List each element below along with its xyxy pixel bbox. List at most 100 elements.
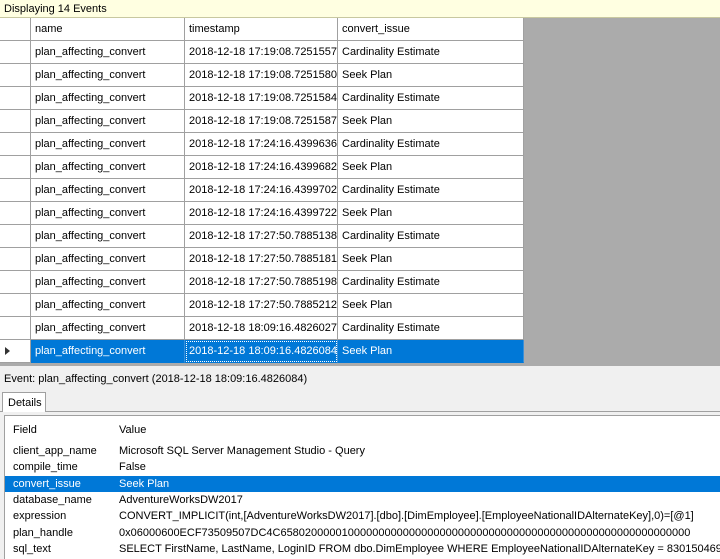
details-header-row: Field Value <box>5 422 720 438</box>
cell-name[interactable]: plan_affecting_convert <box>31 317 185 340</box>
row-header[interactable] <box>0 110 31 133</box>
row-header[interactable] <box>0 133 31 156</box>
details-row[interactable]: database_name AdventureWorksDW2017 <box>5 492 720 508</box>
row-header[interactable] <box>0 294 31 317</box>
details-value: Seek Plan <box>119 478 170 490</box>
selected-event-label: Event: plan_affecting_convert (2018-12-1… <box>4 373 308 385</box>
tab-details[interactable]: Details <box>2 392 46 412</box>
row-header[interactable] <box>0 64 31 87</box>
row-header[interactable] <box>0 340 31 363</box>
status-bar: Displaying 14 Events <box>0 0 720 18</box>
cell-convert-issue[interactable]: Cardinality Estimate <box>338 41 524 64</box>
details-value: CONVERT_IMPLICIT(int,[AdventureWorksDW20… <box>119 510 694 522</box>
cell-convert-issue[interactable]: Seek Plan <box>338 202 524 225</box>
details-value: False <box>119 461 146 473</box>
tab-strip-divider <box>0 411 720 412</box>
cell-timestamp[interactable]: 2018-12-18 17:24:16.4399682 <box>185 156 338 179</box>
cell-timestamp[interactable]: 2018-12-18 17:24:16.4399636 <box>185 133 338 156</box>
cell-timestamp[interactable]: 2018-12-18 17:19:08.7251584 <box>185 87 338 110</box>
details-row[interactable]: plan_handle 0x06000600ECF73509507DC4C6580… <box>5 525 720 541</box>
cell-name[interactable]: plan_affecting_convert <box>31 179 185 202</box>
column-header-timestamp[interactable]: timestamp <box>185 18 338 41</box>
cell-convert-issue[interactable]: Cardinality Estimate <box>338 179 524 202</box>
cell-timestamp[interactable]: 2018-12-18 17:24:16.4399722 <box>185 202 338 225</box>
table-row[interactable]: plan_affecting_convert 2018-12-18 17:27:5… <box>0 271 524 294</box>
cell-name[interactable]: plan_affecting_convert <box>31 41 185 64</box>
table-row[interactable]: plan_affecting_convert 2018-12-18 17:19:0… <box>0 41 524 64</box>
details-row[interactable]: compile_time False <box>5 459 720 475</box>
row-header[interactable] <box>0 41 31 64</box>
cell-convert-issue[interactable]: Seek Plan <box>338 248 524 271</box>
current-row-arrow-icon <box>5 347 10 355</box>
cell-convert-issue[interactable]: Seek Plan <box>338 110 524 133</box>
row-header[interactable] <box>0 179 31 202</box>
cell-convert-issue[interactable]: Seek Plan <box>338 294 524 317</box>
details-row[interactable]: sql_text SELECT FirstName, LastName, Logi… <box>5 541 720 557</box>
row-header[interactable] <box>0 248 31 271</box>
row-header[interactable] <box>0 87 31 110</box>
cell-name[interactable]: plan_affecting_convert <box>31 225 185 248</box>
details-field: client_app_name <box>13 445 97 457</box>
cell-convert-issue[interactable]: Seek Plan <box>338 156 524 179</box>
details-value: SELECT FirstName, LastName, LoginID FROM… <box>119 543 720 555</box>
details-value: 0x06000600ECF73509507DC4C658020000010000… <box>119 527 691 539</box>
table-row[interactable]: plan_affecting_convert 2018-12-18 17:24:1… <box>0 202 524 225</box>
cell-timestamp[interactable]: 2018-12-18 18:09:16.4826027 <box>185 317 338 340</box>
cell-timestamp[interactable]: 2018-12-18 17:27:50.7885212 <box>185 294 338 317</box>
table-row[interactable]: plan_affecting_convert 2018-12-18 17:27:5… <box>0 225 524 248</box>
table-row[interactable]: plan_affecting_convert 2018-12-18 17:19:0… <box>0 87 524 110</box>
row-header[interactable] <box>0 202 31 225</box>
details-field: compile_time <box>13 461 78 473</box>
cell-name[interactable]: plan_affecting_convert <box>31 110 185 133</box>
cell-timestamp[interactable]: 2018-12-18 18:09:16.4826084 <box>185 340 338 363</box>
table-row[interactable]: plan_affecting_convert 2018-12-18 18:09:1… <box>0 317 524 340</box>
table-row[interactable]: plan_affecting_convert 2018-12-18 17:27:5… <box>0 294 524 317</box>
row-header[interactable] <box>0 317 31 340</box>
cell-name[interactable]: plan_affecting_convert <box>31 64 185 87</box>
details-row[interactable]: convert_issue Seek Plan <box>5 476 720 492</box>
cell-convert-issue[interactable]: Seek Plan <box>338 340 524 363</box>
cell-convert-issue[interactable]: Cardinality Estimate <box>338 271 524 294</box>
cell-name[interactable]: plan_affecting_convert <box>31 294 185 317</box>
events-grid[interactable]: name timestamp convert_issue plan_affect… <box>0 18 524 363</box>
cell-name[interactable]: plan_affecting_convert <box>31 156 185 179</box>
cell-timestamp[interactable]: 2018-12-18 17:19:08.7251580 <box>185 64 338 87</box>
row-header-corner <box>0 18 31 41</box>
cell-convert-issue[interactable]: Seek Plan <box>338 64 524 87</box>
cell-timestamp[interactable]: 2018-12-18 17:27:50.7885181 <box>185 248 338 271</box>
cell-name[interactable]: plan_affecting_convert <box>31 271 185 294</box>
details-row[interactable]: expression CONVERT_IMPLICIT(int,[Adventur… <box>5 508 720 524</box>
details-pane: Field Value client_app_name Microsoft SQL… <box>4 415 720 559</box>
table-row[interactable]: plan_affecting_convert 2018-12-18 17:19:0… <box>0 110 524 133</box>
table-row[interactable]: plan_affecting_convert 2018-12-18 17:24:1… <box>0 133 524 156</box>
table-row[interactable]: plan_affecting_convert 2018-12-18 17:27:5… <box>0 248 524 271</box>
cell-convert-issue[interactable]: Cardinality Estimate <box>338 317 524 340</box>
cell-name[interactable]: plan_affecting_convert <box>31 340 185 363</box>
column-header-name[interactable]: name <box>31 18 185 41</box>
row-header[interactable] <box>0 156 31 179</box>
cell-timestamp[interactable]: 2018-12-18 17:19:08.7251587 <box>185 110 338 133</box>
cell-timestamp[interactable]: 2018-12-18 17:27:50.7885138 <box>185 225 338 248</box>
event-count-text: Displaying 14 Events <box>4 3 107 15</box>
table-row[interactable]: plan_affecting_convert 2018-12-18 18:09:1… <box>0 340 524 363</box>
details-row[interactable]: client_app_name Microsoft SQL Server Mana… <box>5 443 720 459</box>
table-row[interactable]: plan_affecting_convert 2018-12-18 17:24:1… <box>0 179 524 202</box>
cell-timestamp[interactable]: 2018-12-18 17:27:50.7885198 <box>185 271 338 294</box>
cell-name[interactable]: plan_affecting_convert <box>31 87 185 110</box>
cell-convert-issue[interactable]: Cardinality Estimate <box>338 87 524 110</box>
table-row[interactable]: plan_affecting_convert 2018-12-18 17:19:0… <box>0 64 524 87</box>
cell-convert-issue[interactable]: Cardinality Estimate <box>338 225 524 248</box>
details-field: database_name <box>13 494 92 506</box>
row-header[interactable] <box>0 225 31 248</box>
table-row[interactable]: plan_affecting_convert 2018-12-18 17:24:1… <box>0 156 524 179</box>
cell-convert-issue[interactable]: Cardinality Estimate <box>338 133 524 156</box>
cell-name[interactable]: plan_affecting_convert <box>31 248 185 271</box>
details-field: convert_issue <box>13 478 81 490</box>
details-field: sql_text <box>13 543 51 555</box>
cell-name[interactable]: plan_affecting_convert <box>31 133 185 156</box>
cell-timestamp[interactable]: 2018-12-18 17:24:16.4399702 <box>185 179 338 202</box>
cell-timestamp[interactable]: 2018-12-18 17:19:08.7251557 <box>185 41 338 64</box>
column-header-convert-issue[interactable]: convert_issue <box>338 18 524 41</box>
cell-name[interactable]: plan_affecting_convert <box>31 202 185 225</box>
row-header[interactable] <box>0 271 31 294</box>
